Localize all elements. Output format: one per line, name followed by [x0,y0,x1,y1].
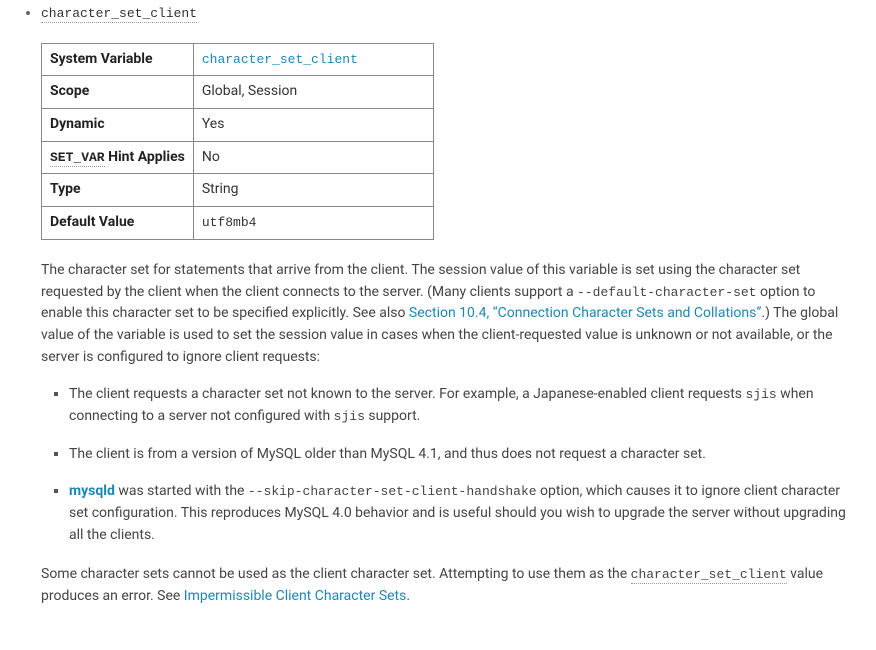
table-row: System Variable character_set_client [42,43,434,76]
table-row: Dynamic Yes [42,109,434,142]
prop-label: Type [42,174,194,207]
variable-heading: character_set_client [41,3,851,25]
cases-list: The client requests a character set not … [41,384,851,546]
prop-label: SET_VAR Hint Applies [42,141,194,174]
option-code: --default-character-set [577,285,756,300]
property-table: System Variable character_set_client Sco… [41,43,434,240]
prop-value: utf8mb4 [193,207,433,240]
table-row: SET_VAR Hint Applies No [42,141,434,174]
variable-item: character_set_client System Variable cha… [41,3,851,608]
mysqld-link[interactable]: mysqld [69,483,115,499]
section-link[interactable]: Section 10.4, “Connection Character Sets… [409,305,761,321]
option-code: --skip-character-set-client-handshake [248,484,537,499]
table-row: Default Value utf8mb4 [42,207,434,240]
prop-value: Yes [193,109,433,142]
setvar-code: SET_VAR [50,150,105,167]
prop-label: Dynamic [42,109,194,142]
prop-label: System Variable [42,43,194,76]
sysvar-code: character_set_client [631,567,787,584]
prop-label: Default Value [42,207,194,240]
prop-value: character_set_client [193,43,433,76]
sysvar-link[interactable]: character_set_client [202,52,358,67]
restriction-paragraph: Some character sets cannot be used as th… [41,564,851,607]
prop-label: Scope [42,76,194,109]
prop-value: String [193,174,433,207]
table-row: Scope Global, Session [42,76,434,109]
table-row: Type String [42,174,434,207]
impermissible-link[interactable]: Impermissible Client Character Sets [184,588,407,604]
prop-value: Global, Session [193,76,433,109]
variable-list: character_set_client System Variable cha… [25,3,851,608]
variable-name-code: character_set_client [41,6,197,23]
description-paragraph: The character set for statements that ar… [41,260,851,368]
prop-value: No [193,141,433,174]
list-item: The client is from a version of MySQL ol… [69,444,851,466]
charset-code: sjis [334,409,365,424]
list-item: The client requests a character set not … [69,384,851,427]
charset-code: sjis [745,387,776,402]
list-item: mysqld was started with the --skip-chara… [69,481,851,546]
